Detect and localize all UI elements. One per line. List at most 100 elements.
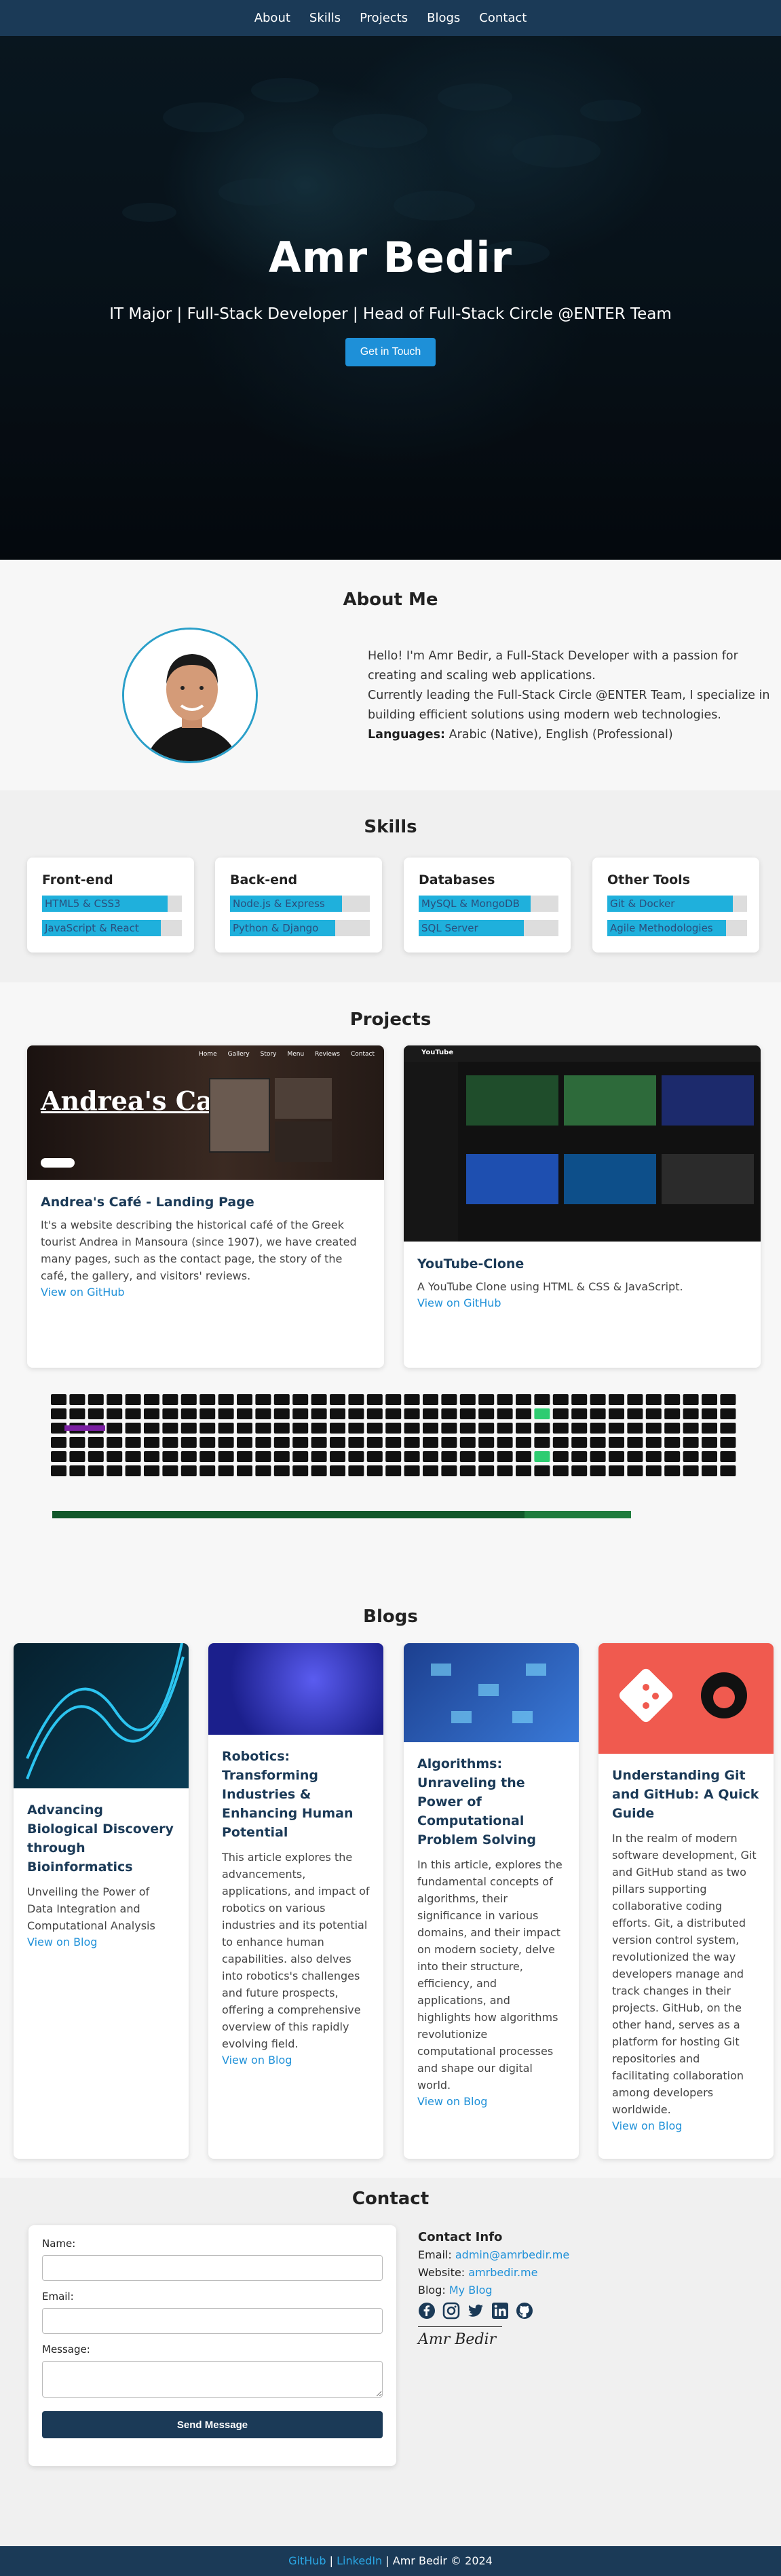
grid-cell bbox=[218, 1451, 234, 1462]
github-icon[interactable] bbox=[516, 2302, 533, 2320]
email-field[interactable] bbox=[42, 2308, 383, 2334]
blog-link[interactable]: My Blog bbox=[449, 2284, 493, 2296]
thumb-photo bbox=[275, 1121, 332, 1162]
grid-cell bbox=[423, 1465, 438, 1476]
project-desc: A YouTube Clone using HTML & CSS & JavaS… bbox=[417, 1280, 683, 1293]
grid-cell bbox=[348, 1465, 364, 1476]
footer-github-link[interactable]: GitHub bbox=[288, 2554, 326, 2567]
about-line-1: Hello! I'm Amr Bedir, a Full-Stack Devel… bbox=[368, 649, 738, 683]
grid-cell bbox=[516, 1408, 531, 1419]
grid-cell bbox=[237, 1408, 252, 1419]
thumb-nav-item: Menu bbox=[287, 1051, 305, 1058]
skill-card-title: Front-end bbox=[42, 872, 113, 887]
message-field[interactable] bbox=[42, 2361, 383, 2398]
thumb-nav-item: Contact bbox=[350, 1051, 375, 1058]
skill-label: Agile Methodologies bbox=[610, 922, 713, 934]
send-message-button[interactable]: Send Message bbox=[42, 2411, 383, 2438]
avatar bbox=[122, 628, 258, 763]
footer-linkedin-link[interactable]: LinkedIn bbox=[337, 2554, 382, 2567]
grid-cell bbox=[552, 1465, 569, 1476]
grid-cell bbox=[459, 1451, 476, 1462]
grid-cell bbox=[51, 1465, 66, 1476]
blog-card-robotics: Robotics: Transforming Industries & Enha… bbox=[208, 1643, 383, 2159]
instagram-icon[interactable] bbox=[442, 2302, 460, 2320]
linkedin-icon[interactable] bbox=[491, 2302, 509, 2320]
grid-cell bbox=[255, 1408, 271, 1419]
progress-line-dark bbox=[52, 1511, 525, 1518]
blog-desc: In this article, explores the fundamenta… bbox=[417, 1858, 563, 2092]
grid-cell bbox=[645, 1437, 662, 1448]
grid-cell bbox=[720, 1451, 736, 1462]
nav-skills[interactable]: Skills bbox=[309, 11, 341, 25]
name-field[interactable] bbox=[42, 2255, 383, 2281]
facebook-icon[interactable] bbox=[418, 2302, 436, 2320]
grid-cell bbox=[385, 1437, 402, 1448]
get-in-touch-button[interactable]: Get in Touch bbox=[345, 338, 436, 366]
blog-image bbox=[208, 1643, 383, 1735]
project-thumbnail[interactable]: YouTube bbox=[404, 1045, 761, 1242]
grid-cell bbox=[162, 1437, 178, 1448]
grid-cell bbox=[255, 1451, 271, 1462]
grid-cell bbox=[571, 1408, 588, 1419]
skill-bar: MySQL & MongoDB bbox=[419, 896, 558, 912]
view-on-blog-link[interactable]: View on Blog bbox=[612, 2119, 760, 2132]
nav-contact[interactable]: Contact bbox=[479, 11, 527, 25]
grid-cell bbox=[441, 1465, 457, 1476]
grid-cell bbox=[702, 1394, 717, 1405]
grid-cell bbox=[107, 1465, 123, 1476]
project-card-andreas-cafe: Andrea's Café Home Gallery Story Menu Re… bbox=[27, 1045, 384, 1368]
grid-cell bbox=[702, 1408, 717, 1419]
grid-cell bbox=[125, 1437, 141, 1448]
grid-cell bbox=[311, 1394, 327, 1405]
grid-cell bbox=[107, 1408, 123, 1419]
view-on-github-link[interactable]: View on GitHub bbox=[417, 1296, 747, 1309]
thumb-nav: Home Gallery Story Menu Reviews Contact bbox=[199, 1051, 375, 1058]
project-thumbnail[interactable]: Andrea's Café Home Gallery Story Menu Re… bbox=[27, 1045, 384, 1180]
grid-highlight bbox=[64, 1425, 105, 1431]
grid-cell bbox=[162, 1394, 178, 1405]
nav-about[interactable]: About bbox=[254, 11, 290, 25]
grid-cell bbox=[292, 1394, 309, 1405]
view-on-blog-link[interactable]: View on Blog bbox=[222, 2054, 370, 2066]
thumb-nav-item: Story bbox=[260, 1051, 277, 1058]
grid-cell bbox=[645, 1451, 662, 1462]
nav-blogs[interactable]: Blogs bbox=[427, 11, 460, 25]
grid-cell bbox=[497, 1423, 513, 1434]
grid-cell bbox=[571, 1437, 588, 1448]
grid-cell bbox=[366, 1451, 383, 1462]
grid-cell bbox=[702, 1465, 717, 1476]
view-on-blog-link[interactable]: View on Blog bbox=[417, 2095, 565, 2108]
skills-title: Skills bbox=[364, 817, 417, 837]
skill-label: Python & Django bbox=[233, 922, 319, 934]
view-on-github-link[interactable]: View on GitHub bbox=[41, 1286, 370, 1299]
name-label: Name: bbox=[42, 2237, 76, 2250]
grid-cell bbox=[664, 1394, 681, 1405]
grid-cell bbox=[627, 1394, 643, 1405]
grid-cell bbox=[664, 1423, 681, 1434]
email-link[interactable]: admin@amrbedir.me bbox=[455, 2248, 569, 2261]
grid-cell bbox=[311, 1465, 327, 1476]
grid-cell bbox=[404, 1394, 420, 1405]
grid-cell bbox=[162, 1408, 178, 1419]
grid-cell bbox=[237, 1394, 252, 1405]
skill-bar: Node.js & Express bbox=[230, 896, 370, 912]
grid-cell bbox=[534, 1423, 550, 1434]
grid-cell bbox=[423, 1408, 438, 1419]
blog-title: Robotics: Transforming Industries & Enha… bbox=[222, 1749, 354, 1840]
blog-image bbox=[404, 1643, 579, 1742]
nav-projects[interactable]: Projects bbox=[360, 11, 408, 25]
view-on-blog-link[interactable]: View on Blog bbox=[27, 1936, 175, 1948]
grid-cell bbox=[478, 1408, 495, 1419]
grid-cell bbox=[720, 1465, 736, 1476]
skill-label: Git & Docker bbox=[610, 898, 675, 910]
skill-card-back-end: Back-end Node.js & Express Python & Djan… bbox=[215, 858, 382, 953]
contact-form: Name: Email: Message: Send Message bbox=[28, 2225, 396, 2466]
blog-info-label: Blog: bbox=[418, 2284, 449, 2296]
website-link[interactable]: amrbedir.me bbox=[468, 2266, 537, 2279]
progress-line bbox=[52, 1511, 631, 1518]
footer-separator: | bbox=[382, 2554, 393, 2567]
grid-cell bbox=[516, 1423, 531, 1434]
grid-cell bbox=[497, 1465, 513, 1476]
twitter-icon[interactable] bbox=[467, 2302, 484, 2320]
thumb-video bbox=[564, 1154, 656, 1204]
